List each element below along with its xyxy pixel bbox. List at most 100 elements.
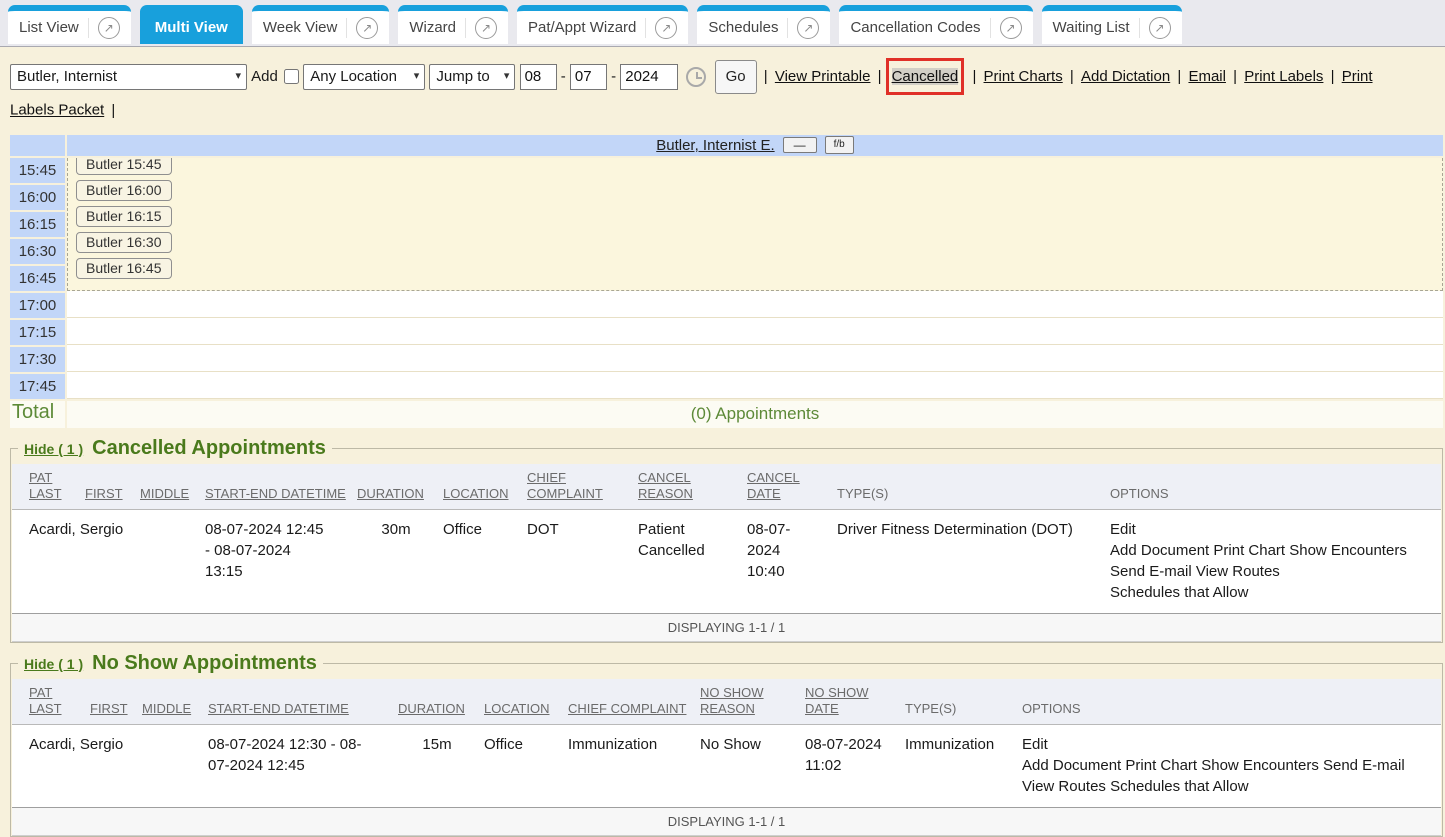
open-slot-button[interactable]: Butler 16:45: [76, 258, 172, 279]
types-cell: Driver Fitness Determination (DOT): [837, 509, 1110, 613]
location-select[interactable]: Any Location ▾: [303, 64, 425, 90]
tab-pat-appt-wizard[interactable]: Pat/Appt Wizard ↗: [517, 5, 688, 44]
sort-cancel-date[interactable]: CANCEL DATE: [747, 470, 800, 501]
sort-chief-complaint[interactable]: CHIEF COMPLAINT: [568, 701, 686, 716]
add-provider-checkbox[interactable]: [284, 69, 299, 84]
cancelled-link[interactable]: Cancelled: [892, 68, 959, 85]
types-column-header: TYPE(S): [905, 701, 956, 716]
tab-divider: [346, 18, 347, 38]
minimize-column-button[interactable]: —: [783, 137, 817, 153]
edit-link[interactable]: Edit: [1110, 519, 1433, 540]
provider-name-link[interactable]: Butler, Internist E.: [656, 137, 774, 154]
displaying-count: DISPLAYING 1-1 / 1: [12, 807, 1441, 835]
view-printable-link[interactable]: View Printable: [775, 68, 871, 85]
sort-no-show-date[interactable]: NO SHOW DATE: [805, 685, 869, 716]
sort-chief-complaint[interactable]: CHIEF COMPLAINT: [527, 470, 603, 501]
tab-multi-view[interactable]: Multi View: [140, 5, 243, 44]
options-links-line[interactable]: View Routes Schedules that Allow: [1022, 776, 1433, 797]
fb-toggle-button[interactable]: f/b: [825, 136, 854, 154]
empty-slot-row[interactable]: [67, 345, 1443, 372]
chevron-down-icon: ▾: [235, 62, 241, 91]
options-links-line[interactable]: Send E-mail View Routes: [1110, 561, 1433, 582]
no-show-date-cell: 08-07-2024 11:02: [805, 724, 905, 807]
cancel-date-cell: 08-07-2024 10:40: [747, 509, 837, 613]
provider-select-value: Butler, Internist: [17, 62, 117, 91]
time-slot-label: 16:30: [10, 239, 65, 264]
tab-cancellation-codes[interactable]: Cancellation Codes ↗: [839, 5, 1032, 44]
sort-first[interactable]: FIRST: [85, 486, 123, 501]
open-new-window-icon[interactable]: ↗: [1149, 17, 1171, 39]
options-links-line[interactable]: Add Document Print Chart Show Encounters…: [1022, 755, 1433, 776]
cancel-reason-cell: Patient Cancelled: [638, 509, 747, 613]
options-links-line[interactable]: Schedules that Allow: [1110, 582, 1433, 603]
tab-week-view[interactable]: Week View ↗: [252, 5, 389, 44]
cancelled-table-header-row: PAT LAST FIRST MIDDLE START-END DATETIME…: [12, 464, 1441, 510]
open-new-window-icon[interactable]: ↗: [98, 17, 120, 39]
time-slot-label: 17:45: [10, 374, 65, 399]
sort-middle[interactable]: MIDDLE: [140, 486, 189, 501]
open-slot-button[interactable]: Butler 16:30: [76, 232, 172, 253]
no-show-section-title: No Show Appointments: [92, 652, 317, 675]
options-links-line[interactable]: Add Document Print Chart Show Encounters: [1110, 540, 1433, 561]
date-month-field[interactable]: [520, 64, 557, 90]
tab-label: Cancellation Codes: [850, 19, 980, 36]
open-slot-button[interactable]: Butler 16:15: [76, 206, 172, 227]
sort-location[interactable]: LOCATION: [443, 486, 509, 501]
open-slots-panel: Butler 15:45 Butler 16:00 Butler 16:15 B…: [67, 158, 1443, 291]
time-slot-label: 16:15: [10, 212, 65, 237]
cancelled-table-footer: DISPLAYING 1-1 / 1: [12, 613, 1441, 641]
sort-first[interactable]: FIRST: [90, 701, 128, 716]
provider-select[interactable]: Butler, Internist ▾: [10, 64, 247, 90]
open-new-window-icon[interactable]: ↗: [655, 17, 677, 39]
tab-label: Week View: [263, 19, 337, 36]
open-new-window-icon[interactable]: ↗: [1000, 17, 1022, 39]
open-new-window-icon[interactable]: ↗: [475, 17, 497, 39]
print-charts-link[interactable]: Print Charts: [984, 68, 1063, 85]
sort-cancel-reason[interactable]: CANCEL REASON: [638, 470, 693, 501]
sort-location[interactable]: LOCATION: [484, 701, 550, 716]
sort-start-end[interactable]: START-END DATETIME: [208, 701, 349, 716]
sort-duration[interactable]: DURATION: [398, 701, 465, 716]
cancelled-appointments-table: PAT LAST FIRST MIDDLE START-END DATETIME…: [12, 464, 1441, 642]
tab-label: Wizard: [409, 19, 456, 36]
tab-schedules[interactable]: Schedules ↗: [697, 5, 830, 44]
empty-slot-row[interactable]: [67, 372, 1443, 399]
go-button[interactable]: Go: [715, 60, 757, 94]
grid-corner-cell: [10, 135, 65, 156]
sort-start-end[interactable]: START-END DATETIME: [205, 486, 346, 501]
sort-pat-last[interactable]: PAT LAST: [29, 685, 62, 716]
open-new-window-icon[interactable]: ↗: [797, 17, 819, 39]
jump-to-select-value: Jump to: [436, 62, 489, 91]
empty-slot-row[interactable]: [67, 291, 1443, 318]
email-link[interactable]: Email: [1188, 68, 1226, 85]
chevron-down-icon: ▾: [504, 62, 510, 91]
hide-no-show-link[interactable]: Hide ( 1 ): [24, 656, 83, 672]
empty-slot-row[interactable]: [67, 318, 1443, 345]
date-separator: -: [611, 68, 616, 85]
jump-to-select[interactable]: Jump to ▾: [429, 64, 515, 90]
sort-middle[interactable]: MIDDLE: [142, 701, 191, 716]
location-select-value: Any Location: [310, 62, 397, 91]
open-slot-button[interactable]: Butler 15:45: [76, 158, 172, 175]
edit-link[interactable]: Edit: [1022, 734, 1433, 755]
tab-waiting-list[interactable]: Waiting List ↗: [1042, 5, 1182, 44]
print-labels-link[interactable]: Print Labels: [1244, 68, 1323, 85]
sort-no-show-reason[interactable]: NO SHOW REASON: [700, 685, 764, 716]
tab-wizard[interactable]: Wizard ↗: [398, 5, 508, 44]
sort-pat-last[interactable]: PAT LAST: [29, 470, 62, 501]
clock-icon[interactable]: [686, 67, 706, 87]
tab-list-view[interactable]: List View ↗: [8, 5, 131, 44]
time-slot-label: 16:45: [10, 266, 65, 291]
add-dictation-link[interactable]: Add Dictation: [1081, 68, 1170, 85]
date-day-field[interactable]: [570, 64, 607, 90]
sort-duration[interactable]: DURATION: [357, 486, 424, 501]
patient-name-cell: Acardi, Sergio: [12, 724, 208, 807]
time-column: 15:45 16:00 16:15 16:30 16:45 17:00 17:1…: [10, 156, 65, 399]
open-slot-button[interactable]: Butler 16:00: [76, 180, 172, 201]
displaying-count: DISPLAYING 1-1 / 1: [12, 613, 1441, 641]
open-new-window-icon[interactable]: ↗: [356, 17, 378, 39]
date-year-field[interactable]: [620, 64, 678, 90]
chevron-down-icon: ▾: [414, 62, 420, 91]
provider-column-header: Butler, Internist E. — f/b: [67, 135, 1443, 156]
hide-cancelled-link[interactable]: Hide ( 1 ): [24, 441, 83, 457]
